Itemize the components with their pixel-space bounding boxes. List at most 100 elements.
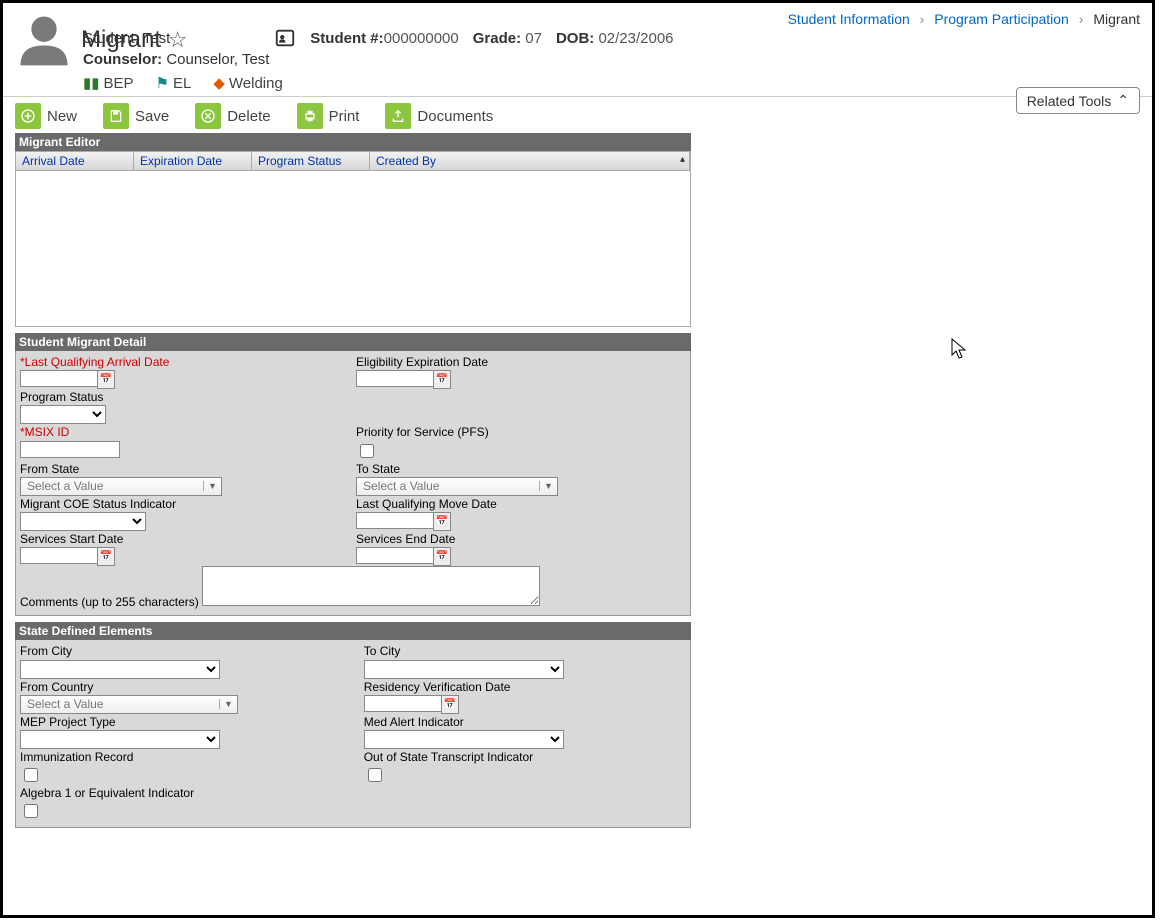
migrant-editor-table-header: Arrival Date Expiration Date Program Sta… bbox=[15, 151, 691, 171]
upload-icon bbox=[385, 103, 411, 129]
label-services-start: Services Start Date bbox=[20, 533, 350, 546]
contact-card-icon[interactable] bbox=[274, 27, 296, 49]
checkbox-pfs[interactable] bbox=[360, 444, 374, 458]
grade-label: Grade: bbox=[473, 30, 521, 47]
label-from-city: From City bbox=[20, 645, 358, 658]
combo-to-state[interactable]: Select a Value▼ bbox=[356, 477, 558, 496]
label-from-state: From State bbox=[20, 463, 350, 476]
label-to-state: To State bbox=[356, 463, 686, 476]
calendar-icon[interactable]: 📅 bbox=[433, 370, 451, 389]
tag-welding[interactable]: ◆Welding bbox=[213, 74, 282, 92]
book-icon: ▮▮ bbox=[83, 74, 100, 92]
chevron-right-icon: › bbox=[1079, 11, 1084, 27]
label-mep-project: MEP Project Type bbox=[20, 716, 358, 729]
label-residency-verification: Residency Verification Date bbox=[364, 681, 686, 694]
breadcrumb-student-information[interactable]: Student Information bbox=[788, 11, 910, 27]
counselor-label: Counselor: bbox=[83, 51, 162, 68]
select-mep-project[interactable] bbox=[20, 730, 220, 749]
col-arrival-date[interactable]: Arrival Date bbox=[16, 152, 134, 170]
dob-label: DOB: bbox=[556, 30, 594, 47]
input-services-end[interactable] bbox=[356, 547, 434, 564]
input-services-start[interactable] bbox=[20, 547, 98, 564]
input-msix-id[interactable] bbox=[20, 441, 120, 458]
calendar-icon[interactable]: 📅 bbox=[97, 370, 115, 389]
chevron-up-icon: ⌃ bbox=[1117, 92, 1129, 109]
new-button[interactable]: New bbox=[15, 99, 77, 133]
label-coe-status: Migrant COE Status Indicator bbox=[20, 498, 350, 511]
save-button[interactable]: Save bbox=[103, 99, 169, 133]
chevron-down-icon: ▼ bbox=[539, 481, 557, 491]
panel-header-state-defined: State Defined Elements bbox=[15, 622, 691, 640]
combo-from-country[interactable]: Select a Value▼ bbox=[20, 695, 238, 714]
print-icon bbox=[297, 103, 323, 129]
textarea-comments[interactable] bbox=[202, 566, 540, 606]
input-residency-verification[interactable] bbox=[364, 695, 442, 712]
combo-from-state[interactable]: Select a Value▼ bbox=[20, 477, 222, 496]
cursor-icon bbox=[951, 338, 969, 365]
label-services-end: Services End Date bbox=[356, 533, 686, 546]
panel-header-student-migrant-detail: Student Migrant Detail bbox=[15, 333, 691, 351]
checkbox-immunization[interactable] bbox=[24, 768, 38, 782]
panel-header-migrant-editor: Migrant Editor bbox=[15, 133, 691, 151]
input-last-qualifying-move[interactable] bbox=[356, 512, 434, 529]
breadcrumb-current: Migrant bbox=[1093, 11, 1140, 27]
migrant-editor-panel: Migrant Editor Arrival Date Expiration D… bbox=[15, 133, 691, 327]
calendar-icon[interactable]: 📅 bbox=[433, 547, 451, 566]
state-defined-elements-panel: State Defined Elements From City To City… bbox=[15, 622, 691, 828]
print-button[interactable]: Print bbox=[297, 99, 360, 133]
dob-value: 02/23/2006 bbox=[598, 30, 673, 47]
label-program-status: Program Status bbox=[20, 391, 354, 404]
label-immunization: Immunization Record bbox=[20, 751, 358, 764]
label-out-of-state-transcript: Out of State Transcript Indicator bbox=[364, 751, 686, 764]
select-program-status[interactable] bbox=[20, 405, 106, 424]
student-number-label: Student #: bbox=[310, 30, 383, 47]
flag-icon: ⚑ bbox=[156, 74, 169, 92]
documents-button[interactable]: Documents bbox=[385, 99, 493, 133]
chevron-right-icon: › bbox=[920, 11, 925, 27]
calendar-icon[interactable]: 📅 bbox=[97, 547, 115, 566]
select-med-alert[interactable] bbox=[364, 730, 564, 749]
toolbar: New Save Delete Print Documents bbox=[3, 96, 1152, 133]
label-last-qualifying-move: Last Qualifying Move Date bbox=[356, 498, 686, 511]
label-to-city: To City bbox=[364, 645, 686, 658]
calendar-icon[interactable]: 📅 bbox=[441, 695, 459, 714]
label-from-country: From Country bbox=[20, 681, 358, 694]
chevron-down-icon: ▼ bbox=[203, 481, 221, 491]
col-program-status[interactable]: Program Status bbox=[252, 152, 370, 170]
select-from-city[interactable] bbox=[20, 660, 220, 679]
delete-button[interactable]: Delete bbox=[195, 99, 270, 133]
checkbox-algebra1[interactable] bbox=[24, 804, 38, 818]
select-to-city[interactable] bbox=[364, 660, 564, 679]
migrant-editor-table-body[interactable] bbox=[15, 171, 691, 327]
plus-icon bbox=[15, 103, 41, 129]
student-number-value: 000000000 bbox=[384, 30, 459, 47]
input-last-qualifying-arrival[interactable] bbox=[20, 370, 98, 387]
label-eligibility-expiration: Eligibility Expiration Date bbox=[356, 356, 686, 369]
label-comments: Comments (up to 255 characters) bbox=[20, 595, 199, 609]
label-last-qualifying-arrival: Last Qualifying Arrival Date bbox=[20, 356, 350, 369]
calendar-icon[interactable]: 📅 bbox=[433, 512, 451, 531]
label-algebra1: Algebra 1 or Equivalent Indicator bbox=[20, 787, 354, 800]
related-tools-button[interactable]: Related Tools ⌃ bbox=[1016, 87, 1140, 114]
delete-icon bbox=[195, 103, 221, 129]
student-migrant-detail-panel: Student Migrant Detail Last Qualifying A… bbox=[15, 333, 691, 616]
tag-el[interactable]: ⚑EL bbox=[156, 74, 192, 92]
col-created-by[interactable]: Created By bbox=[370, 152, 690, 170]
student-name: Student, Test bbox=[83, 30, 170, 47]
breadcrumb-program-participation[interactable]: Program Participation bbox=[934, 11, 1069, 27]
label-med-alert: Med Alert Indicator bbox=[364, 716, 686, 729]
col-expiration-date[interactable]: Expiration Date bbox=[134, 152, 252, 170]
tag-bep[interactable]: ▮▮BEP bbox=[83, 74, 134, 92]
checkbox-out-of-state-transcript[interactable] bbox=[368, 768, 382, 782]
breadcrumb: Student Information › Program Participat… bbox=[788, 11, 1140, 27]
grade-value: 07 bbox=[525, 30, 542, 47]
counselor-value: Counselor, Test bbox=[166, 51, 269, 68]
label-pfs: Priority for Service (PFS) bbox=[356, 426, 686, 439]
label-msix-id: MSIX ID bbox=[20, 426, 350, 439]
person-icon: ◆ bbox=[213, 74, 225, 92]
chevron-down-icon: ▼ bbox=[219, 699, 237, 709]
input-eligibility-expiration[interactable] bbox=[356, 370, 434, 387]
save-icon bbox=[103, 103, 129, 129]
avatar bbox=[15, 11, 73, 69]
select-coe-status[interactable] bbox=[20, 512, 146, 531]
